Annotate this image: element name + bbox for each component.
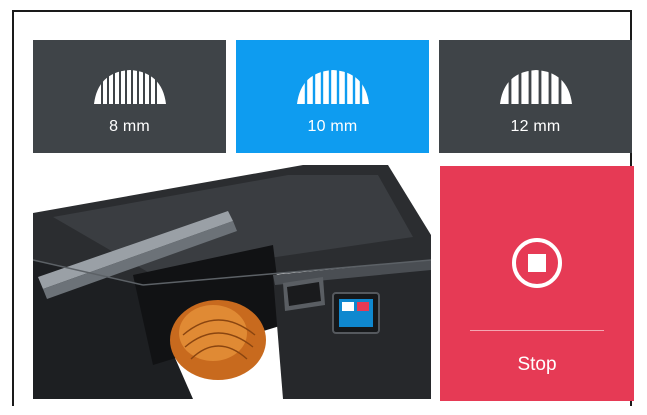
thickness-option-12mm[interactable]: 12 mm: [439, 40, 632, 153]
thickness-option-10mm[interactable]: 10 mm: [236, 40, 429, 153]
stop-divider: [470, 330, 604, 331]
thickness-label: 12 mm: [510, 118, 561, 135]
thickness-label: 8 mm: [109, 118, 150, 135]
cut-slice-icon: [296, 70, 369, 104]
cut-slice-icon: [93, 70, 166, 104]
slicer-machine-image: [33, 165, 431, 399]
machine-photo: [33, 165, 431, 399]
stop-label: Stop: [517, 354, 557, 375]
thickness-option-8mm[interactable]: 8 mm: [33, 40, 226, 153]
stop-button[interactable]: Stop: [440, 166, 634, 401]
thickness-label: 10 mm: [307, 118, 358, 135]
stop-icon: [512, 238, 562, 288]
cut-slice-icon: [499, 70, 572, 104]
